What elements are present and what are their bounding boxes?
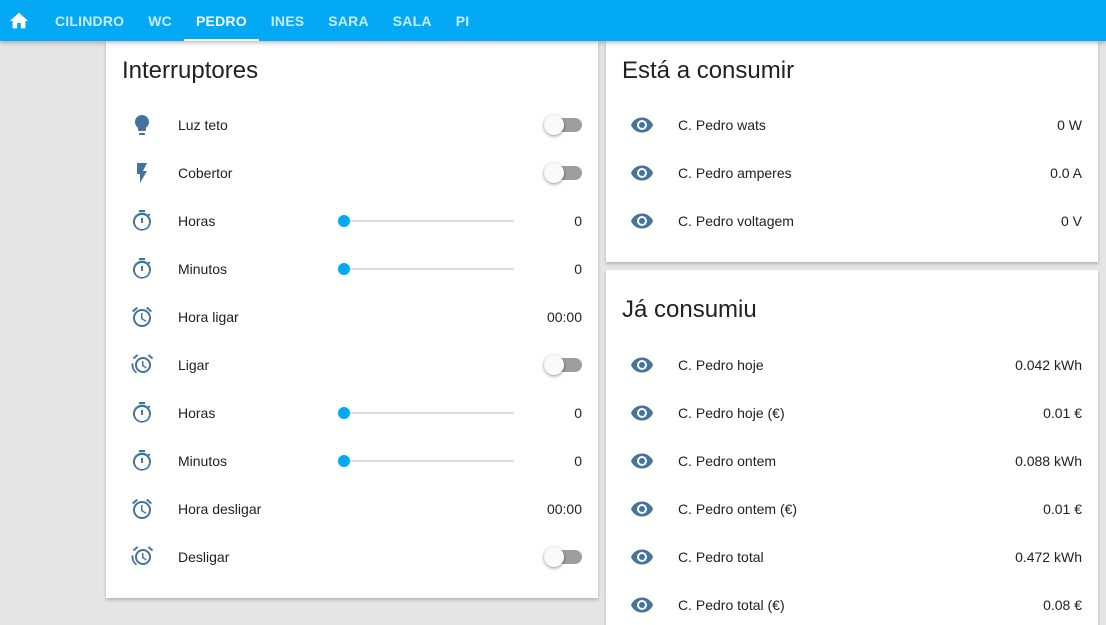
horas-desligar-slider[interactable]: [338, 403, 514, 423]
entity-state: 0.472 kWh: [1015, 549, 1082, 565]
eye-icon: [622, 537, 662, 577]
entity-state: 0 V: [1060, 213, 1082, 229]
slider-value: 0: [574, 453, 582, 469]
entity-state: 0.01 €: [1043, 405, 1082, 421]
entity-row-desligar[interactable]: Desligar: [122, 533, 582, 581]
timer-icon: [122, 201, 162, 241]
alarm-multiple-icon: [122, 345, 162, 385]
entity-label: C. Pedro hoje (€): [678, 405, 785, 421]
entity-row-hoje-euro[interactable]: C. Pedro hoje (€) 0.01 €: [622, 389, 1082, 437]
switches-card: Interruptores Luz teto Cobertor Horas 0 …: [106, 41, 598, 598]
entity-state: 0.042 kWh: [1015, 357, 1082, 373]
entity-row-cobertor[interactable]: Cobertor: [122, 149, 582, 197]
hora-desligar-value: 00:00: [546, 501, 582, 517]
alarm-icon: [122, 489, 162, 529]
entity-label: C. Pedro voltagem: [678, 213, 794, 229]
entity-label: Hora desligar: [178, 501, 262, 517]
entity-label: Ligar: [178, 357, 210, 373]
entity-label: C. Pedro total (€): [678, 597, 785, 613]
consumed-card: Já consumiu C. Pedro hoje 0.042 kWh C. P…: [606, 270, 1098, 625]
home-button[interactable]: [0, 0, 37, 41]
eye-icon: [622, 201, 662, 241]
entity-label: Horas: [178, 213, 216, 229]
entity-row-ligar[interactable]: Ligar: [122, 341, 582, 389]
consuming-card: Está a consumir C. Pedro wats 0 W C. Ped…: [606, 41, 1098, 262]
hora-ligar-value: 00:00: [546, 309, 582, 325]
entity-row-horas-desligar[interactable]: Horas 0: [122, 389, 582, 437]
eye-icon: [622, 153, 662, 193]
tab-cilindro[interactable]: CILINDRO: [43, 0, 136, 41]
view-tabs: CILINDRO WC PEDRO INES SARA SALA PI: [43, 0, 481, 41]
card-title: Está a consumir: [622, 57, 795, 84]
entity-label: Minutos: [178, 261, 228, 277]
top-bar: CILINDRO WC PEDRO INES SARA SALA PI: [0, 0, 1106, 41]
eye-icon: [622, 585, 662, 625]
minutos-desligar-slider[interactable]: [338, 451, 514, 471]
entity-row-voltagem[interactable]: C. Pedro voltagem 0 V: [622, 197, 1082, 245]
timer-icon: [122, 393, 162, 433]
cobertor-toggle[interactable]: [544, 163, 582, 183]
entity-label: Luz teto: [178, 117, 228, 133]
entity-row-horas-ligar[interactable]: Horas 0: [122, 197, 582, 245]
slider-value: 0: [574, 405, 582, 421]
entity-label: Cobertor: [178, 165, 233, 181]
entity-row-hoje[interactable]: C. Pedro hoje 0.042 kWh: [622, 341, 1082, 389]
entity-row-wats[interactable]: C. Pedro wats 0 W: [622, 101, 1082, 149]
entity-row-ontem[interactable]: C. Pedro ontem 0.088 kWh: [622, 437, 1082, 485]
eye-icon: [622, 345, 662, 385]
entity-label: Horas: [178, 405, 216, 421]
entity-row-minutos-desligar[interactable]: Minutos 0: [122, 437, 582, 485]
timer-icon: [122, 249, 162, 289]
entity-label: C. Pedro amperes: [678, 165, 792, 181]
alarm-icon: [122, 297, 162, 337]
entity-row-amperes[interactable]: C. Pedro amperes 0.0 A: [622, 149, 1082, 197]
card-title: Já consumiu: [622, 296, 757, 323]
minutos-ligar-slider[interactable]: [338, 259, 514, 279]
entity-label: C. Pedro ontem: [678, 453, 777, 469]
home-icon: [9, 12, 28, 28]
entity-row-minutos-ligar[interactable]: Minutos 0: [122, 245, 582, 293]
entity-state: 0 W: [1057, 117, 1082, 133]
tab-ines[interactable]: INES: [259, 0, 316, 41]
tab-pedro[interactable]: PEDRO: [184, 0, 259, 41]
entity-label: C. Pedro total: [678, 549, 764, 565]
entity-label: C. Pedro hoje: [678, 357, 764, 373]
ligar-toggle[interactable]: [544, 355, 582, 375]
entity-label: Desligar: [178, 549, 230, 565]
entity-state: 0.088 kWh: [1015, 453, 1082, 469]
lightbulb-icon: [122, 105, 162, 145]
entity-label: C. Pedro ontem (€): [678, 501, 798, 517]
entity-state: 0.01 €: [1043, 501, 1082, 517]
entity-state: 0.08 €: [1043, 597, 1082, 613]
eye-icon: [622, 105, 662, 145]
entity-row-hora-ligar[interactable]: Hora ligar 00:00: [122, 293, 582, 341]
flash-icon: [122, 153, 162, 193]
slider-value: 0: [574, 213, 582, 229]
tab-sala[interactable]: SALA: [381, 0, 444, 41]
eye-icon: [622, 393, 662, 433]
eye-icon: [622, 441, 662, 481]
entity-row-luz-teto[interactable]: Luz teto: [122, 101, 582, 149]
horas-ligar-slider[interactable]: [338, 211, 514, 231]
slider-value: 0: [574, 261, 582, 277]
timer-icon: [122, 441, 162, 481]
entity-label: Minutos: [178, 453, 228, 469]
entity-label: Hora ligar: [178, 309, 239, 325]
entity-row-ontem-euro[interactable]: C. Pedro ontem (€) 0.01 €: [622, 485, 1082, 533]
tab-wc[interactable]: WC: [136, 0, 184, 41]
eye-icon: [622, 489, 662, 529]
alarm-multiple-icon: [122, 537, 162, 577]
entity-row-hora-desligar[interactable]: Hora desligar 00:00: [122, 485, 582, 533]
tab-sara[interactable]: SARA: [316, 0, 380, 41]
card-title: Interruptores: [122, 57, 259, 84]
tab-pi[interactable]: PI: [444, 0, 482, 41]
desligar-toggle[interactable]: [544, 547, 582, 567]
entity-label: C. Pedro wats: [678, 117, 766, 133]
entity-row-total[interactable]: C. Pedro total 0.472 kWh: [622, 533, 1082, 581]
luz-teto-toggle[interactable]: [544, 115, 582, 135]
entity-row-total-euro[interactable]: C. Pedro total (€) 0.08 €: [622, 581, 1082, 625]
entity-state: 0.0 A: [1050, 165, 1082, 181]
